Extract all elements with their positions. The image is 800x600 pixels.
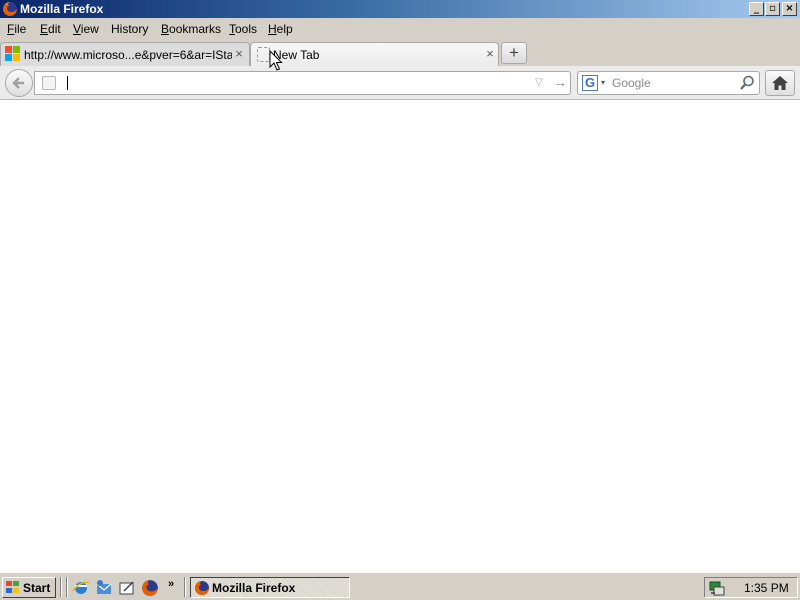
search-bar[interactable]: G ▾ [577, 71, 760, 95]
engine-dropdown-icon[interactable]: ▾ [601, 78, 605, 87]
firefox-logo-icon [195, 581, 209, 595]
minimize-button[interactable]: _ [749, 2, 764, 16]
home-icon [772, 76, 788, 90]
mouse-pointer-icon [269, 50, 283, 71]
google-engine-icon[interactable]: G [582, 75, 598, 91]
close-button[interactable]: × [782, 2, 797, 16]
go-arrow-icon[interactable]: → [553, 74, 567, 90]
url-input[interactable] [65, 75, 525, 91]
window-title: Mozilla Firefox [20, 2, 104, 16]
windows-flag-icon [6, 581, 20, 594]
menu-history[interactable]: History [111, 22, 148, 36]
start-button[interactable]: Start [2, 577, 56, 598]
tab-microsoft[interactable]: http://www.microso...e&pver=6&ar=IStart … [0, 42, 250, 66]
clock[interactable]: 1:35 PM [744, 581, 789, 595]
url-dropdown-icon[interactable]: ▽ [535, 77, 543, 88]
show-desktop-icon[interactable] [118, 579, 136, 597]
menu-bookmarks[interactable]: Bookmarks [161, 22, 221, 36]
firefox-quicklaunch-icon[interactable] [141, 579, 159, 597]
menu-edit[interactable]: Edit [40, 22, 61, 36]
quick-launch-more-icon[interactable]: » [168, 578, 174, 590]
tab-strip: http://www.microso...e&pver=6&ar=IStart … [0, 40, 800, 66]
magnifier-icon[interactable] [738, 74, 756, 92]
back-arrow-icon [12, 77, 24, 89]
tab-new-tab[interactable]: New Tab × [250, 42, 499, 66]
site-identity-icon[interactable] [42, 76, 56, 90]
internet-explorer-icon[interactable] [72, 579, 90, 597]
menu-help[interactable]: Help [268, 22, 293, 36]
new-tab-button[interactable]: + [501, 42, 527, 64]
tab-label: http://www.microso...e&pver=6&ar=IStart [24, 48, 232, 62]
text-caret [67, 76, 68, 90]
outlook-express-icon[interactable] [95, 579, 113, 597]
menu-file[interactable]: File [7, 22, 26, 36]
page-content[interactable] [0, 101, 800, 572]
network-icon[interactable] [708, 579, 726, 597]
taskbar-separator [184, 577, 186, 597]
navigation-toolbar: ▽ → G ▾ [0, 66, 800, 100]
home-button[interactable] [765, 70, 795, 96]
menu-tools[interactable]: Tools [229, 22, 257, 36]
taskbar-separator [66, 577, 68, 597]
restore-button[interactable]: ▫ [765, 2, 780, 16]
taskbar-separator [60, 577, 62, 597]
taskbar: Start » Mozilla Firefox 1:35 PM [0, 572, 800, 600]
tab-close-icon[interactable]: × [233, 46, 245, 61]
microsoft-logo-icon [5, 46, 21, 62]
system-tray: 1:35 PM [704, 577, 798, 598]
search-input[interactable] [612, 76, 732, 90]
menu-view[interactable]: View [73, 22, 99, 36]
menu-bar: File Edit View History Bookmarks Tools H… [0, 18, 800, 40]
back-button[interactable] [5, 69, 33, 97]
firefox-logo-icon [3, 2, 17, 16]
title-bar[interactable]: Mozilla Firefox _ ▫ × [0, 0, 800, 18]
url-bar[interactable]: ▽ → [34, 71, 571, 95]
tab-close-icon[interactable]: × [484, 46, 496, 61]
taskbar-firefox-button[interactable]: Mozilla Firefox [190, 577, 350, 598]
